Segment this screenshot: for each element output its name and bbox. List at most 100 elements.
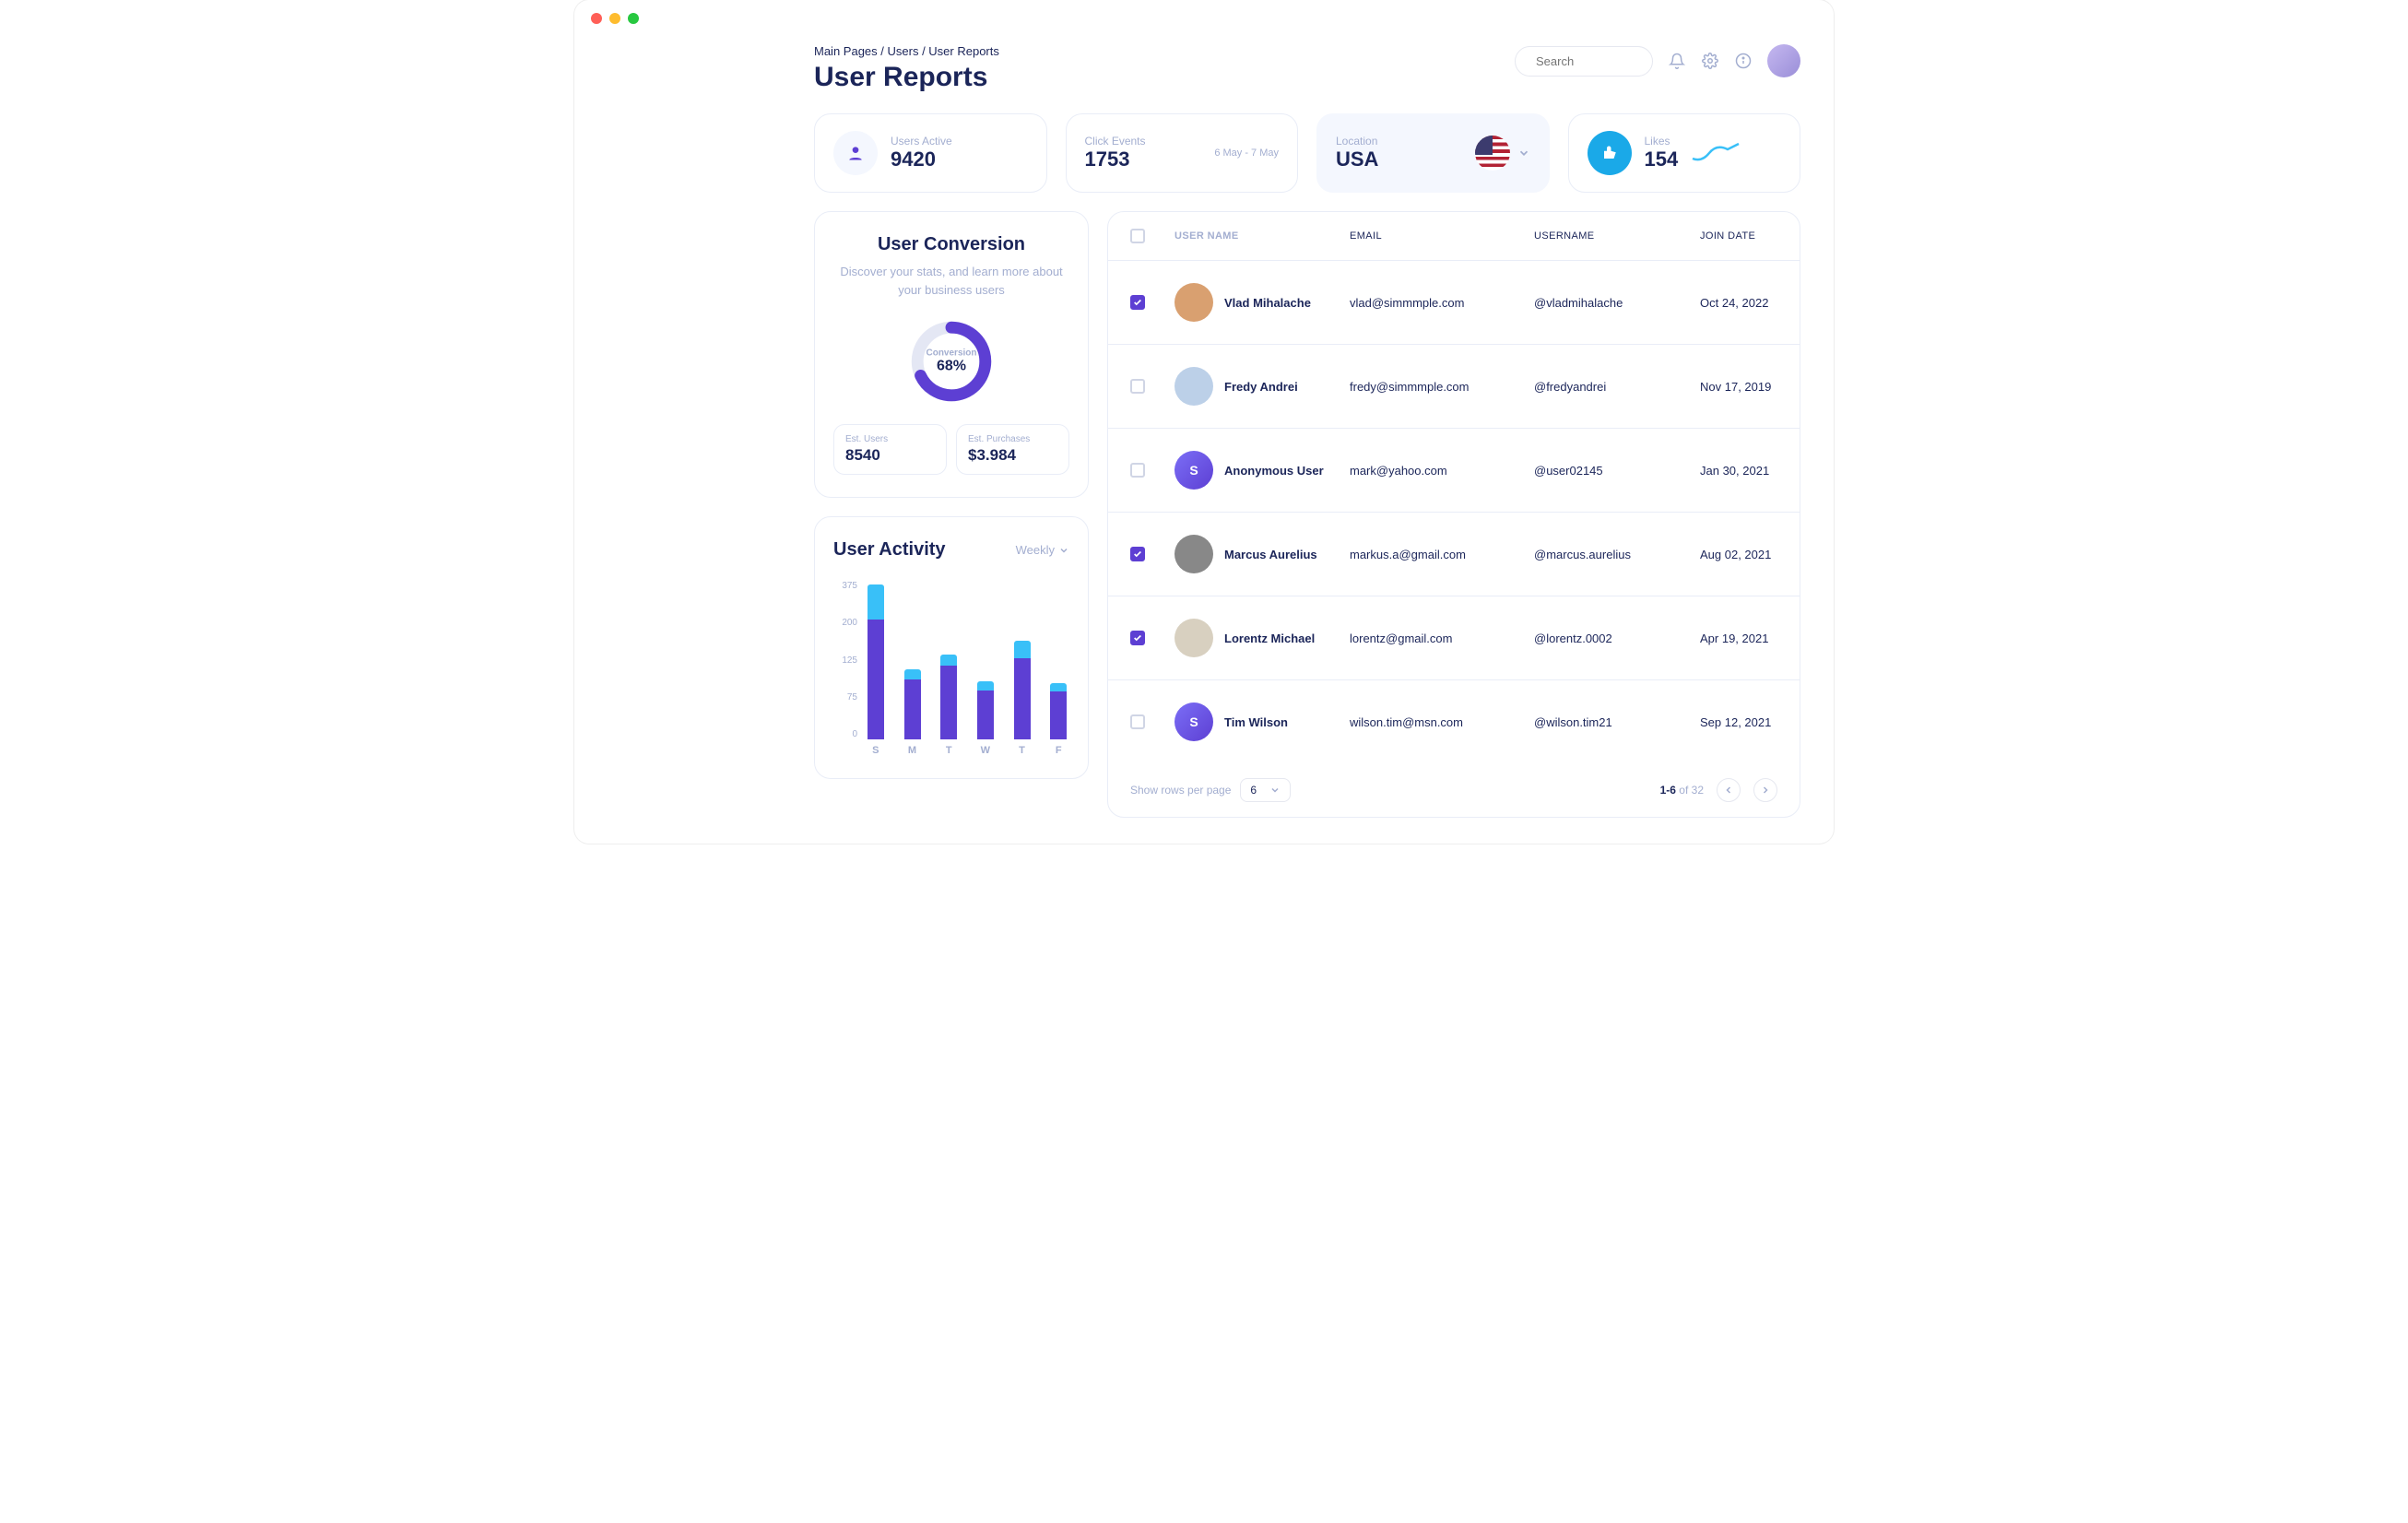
row-checkbox[interactable] [1130,547,1145,561]
join-date: Oct 24, 2022 [1700,296,1777,310]
est-label: Est. Purchases [968,434,1057,444]
bar-F: F [1047,581,1069,756]
breadcrumb-current: User Reports [928,44,999,58]
user-email: lorentz@gmail.com [1350,632,1534,645]
breadcrumb-main[interactable]: Main Pages [814,44,878,58]
user-name: Marcus Aurelius [1224,548,1317,561]
period-selector[interactable]: Weekly [1016,543,1069,557]
est-value: $3.984 [968,446,1057,465]
avatar: S [1174,702,1213,741]
row-checkbox[interactable] [1130,295,1145,310]
search-field[interactable] [1515,46,1653,77]
stat-location[interactable]: Location USA [1316,113,1550,193]
th-email[interactable]: EMAIL [1350,230,1534,242]
flag-usa-icon [1475,136,1510,171]
stat-users-active: Users Active 9420 [814,113,1047,193]
chevron-down-icon [1058,545,1069,556]
table-row[interactable]: Fredy Andrei fredy@simmmple.com@fredyandr… [1108,345,1800,429]
bar-W: W [974,581,997,756]
users-table: USER NAME EMAIL USERNAME JOIN DATE Vlad … [1107,211,1800,818]
stat-label: Users Active [891,135,952,148]
user-username: @fredyandrei [1534,380,1700,394]
gear-icon[interactable] [1701,52,1719,70]
join-date: Nov 17, 2019 [1700,380,1777,394]
stat-likes: Likes 154 [1568,113,1801,193]
user-name: Lorentz Michael [1224,632,1315,645]
stat-label: Click Events [1085,135,1146,148]
next-page-button[interactable] [1753,778,1777,802]
user-email: wilson.tim@msn.com [1350,715,1534,729]
stat-value: 1753 [1085,148,1146,171]
user-icon [846,144,865,162]
minimize-window-icon[interactable] [609,13,620,24]
table-row[interactable]: Marcus Aurelius markus.a@gmail.com@marcus… [1108,513,1800,596]
avatar: S [1174,451,1213,490]
join-date: Sep 12, 2021 [1700,715,1777,729]
est-users-card: Est. Users 8540 [833,424,947,475]
donut-label: Conversion [926,348,976,359]
prev-page-button[interactable] [1717,778,1741,802]
user-email: mark@yahoo.com [1350,464,1534,478]
info-icon[interactable] [1734,52,1753,70]
est-value: 8540 [845,446,935,465]
th-joindate[interactable]: JOIN DATE [1700,230,1777,242]
row-checkbox[interactable] [1130,631,1145,645]
bar-M: M [902,581,924,756]
stat-label: Location [1336,135,1378,148]
user-username: @user02145 [1534,464,1700,478]
table-row[interactable]: Vlad Mihalache vlad@simmmple.com@vladmiha… [1108,261,1800,345]
stat-label: Likes [1645,135,1679,148]
select-all-checkbox[interactable] [1130,229,1145,243]
breadcrumb-users[interactable]: Users [888,44,919,58]
avatar [1174,619,1213,657]
thumbs-up-icon [1601,145,1618,161]
table-row[interactable]: STim Wilsonwilson.tim@msn.com@wilson.tim… [1108,680,1800,763]
table-row[interactable]: S Anonymous User mark@yahoo.com@user02145J… [1108,429,1800,513]
bar-S: S [865,581,887,756]
user-name: Tim Wilson [1224,715,1288,729]
user-name: Fredy Andrei [1224,380,1298,394]
page-range: 1-6 of 32 [1660,784,1704,797]
maximize-window-icon[interactable] [628,13,639,24]
th-name[interactable]: USER NAME [1174,230,1350,242]
user-name: Anonymous User [1224,464,1324,478]
user-email: fredy@simmmple.com [1350,380,1534,394]
row-checkbox[interactable] [1130,379,1145,394]
sparkline-icon [1691,140,1741,166]
chevron-down-icon[interactable] [1517,147,1530,159]
avatar [1174,367,1213,406]
avatar [1174,535,1213,573]
th-username[interactable]: USERNAME [1534,230,1700,242]
bar-T: T [938,581,960,756]
row-checkbox[interactable] [1130,714,1145,729]
bar-T: T [1011,581,1033,756]
user-username: @marcus.aurelius [1534,548,1700,561]
rows-per-page-label: Show rows per page [1130,784,1231,797]
profile-avatar[interactable] [1767,44,1800,77]
rows-per-page-select[interactable]: 6 [1240,778,1291,802]
breadcrumb: Main Pages / Users / User Reports [814,44,999,58]
bar-chart: 375200125750 SMTWTF [833,581,1069,756]
user-email: markus.a@gmail.com [1350,548,1534,561]
user-email: vlad@simmmple.com [1350,296,1534,310]
chevron-down-icon [1269,785,1281,796]
avatar [1174,283,1213,322]
conversion-panel: User Conversion Discover your stats, and… [814,211,1089,498]
page-title: User Reports [814,62,999,93]
panel-title: User Activity [833,539,946,561]
bell-icon[interactable] [1668,52,1686,70]
panel-subtitle: Discover your stats, and learn more abou… [833,263,1069,299]
user-name: Vlad Mihalache [1224,296,1311,310]
est-label: Est. Users [845,434,935,444]
activity-panel: User Activity Weekly 375200125750 SMTWTF [814,516,1089,779]
join-date: Aug 02, 2021 [1700,548,1777,561]
close-window-icon[interactable] [591,13,602,24]
est-purchases-card: Est. Purchases $3.984 [956,424,1069,475]
donut-value: 68% [926,359,976,375]
user-username: @lorentz.0002 [1534,632,1700,645]
join-date: Jan 30, 2021 [1700,464,1777,478]
table-row[interactable]: Lorentz Michael lorentz@gmail.com@lorentz… [1108,596,1800,680]
window-controls [574,0,1834,37]
user-username: @vladmihalache [1534,296,1700,310]
row-checkbox[interactable] [1130,463,1145,478]
